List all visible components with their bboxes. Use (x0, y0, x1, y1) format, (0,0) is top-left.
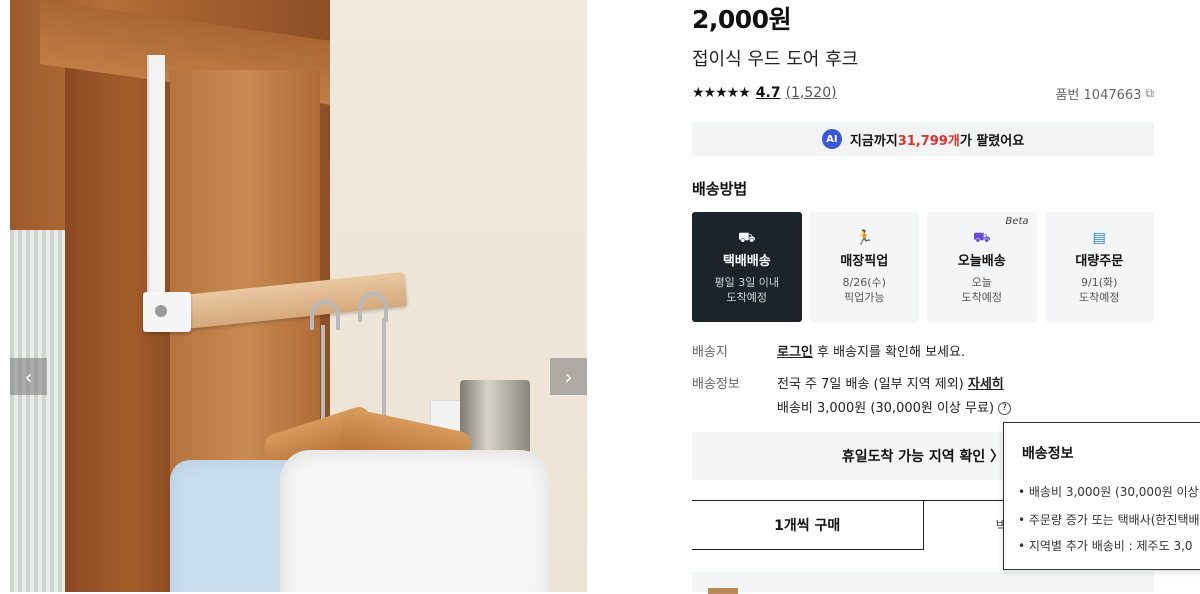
rating-value[interactable]: 4.7 (756, 85, 781, 101)
popover-item: • 주문량 증가 또는 택배사(한진택배 (1018, 513, 1200, 527)
help-icon[interactable]: ? (998, 402, 1012, 415)
today-delivery-icon: ⛟ (972, 230, 991, 246)
ai-badge-icon: AI (821, 129, 842, 149)
sold-suffix: 가 팔렸어요 (959, 133, 1025, 149)
rating-row: ★★★★★ 4.7 (1,520) 품번 1047663 ⧉ (692, 83, 1154, 103)
screw-hole (155, 305, 167, 317)
hook-bracket-block (143, 292, 191, 332)
hanger-hook (310, 300, 340, 330)
shipping-fee: 배송비 3,000원 (30,000원 이상 무료) (777, 401, 995, 416)
shipping-option-label: 택배배송 (722, 254, 771, 269)
review-count-link[interactable]: (1,520) (786, 85, 837, 101)
shipping-info-popover: 배송정보 • 배송비 3,000원 (30,000원 이상 • 주문량 증가 또… (1003, 422, 1200, 570)
chevron-right-icon[interactable]: › (550, 358, 587, 395)
shipping-info-line1: 전국 주 7일 배송 (일부 지역 제외) 자세히 (777, 373, 1004, 392)
shipping-method-heading: 배송방법 (692, 180, 748, 198)
product-number: 품번 1047663 (1055, 87, 1142, 103)
option-thumbnail (708, 588, 738, 594)
shipping-option-bulk[interactable]: ▤ 대량주문 9/1(화) 도착예정 (1044, 212, 1154, 322)
bulk-order-icon: ▤ (1092, 230, 1106, 246)
shipping-option-sub: 9/1(화) (1081, 276, 1118, 289)
shipping-option-sub: 도착예정 (726, 291, 767, 304)
shipping-option-sub: 도착예정 (1079, 291, 1120, 304)
shipping-option-sub: 평일 3일 이내 (714, 276, 780, 289)
popover-item: • 배송비 3,000원 (30,000원 이상 (1018, 485, 1199, 499)
address-value: 로그인 후 배송지를 확인해 보세요. (777, 341, 965, 360)
chevron-left-icon[interactable]: ‹ (10, 358, 47, 395)
shipping-option-sub: 픽업가능 (844, 291, 885, 304)
shipping-option-label: 대량주문 (1075, 254, 1124, 269)
popover-title: 배송정보 (1022, 446, 1074, 462)
detail-link[interactable]: 자세히 (968, 377, 1004, 392)
shipping-options: ⛟ 택배배송 평일 3일 이내 도착예정 🏃 매장픽업 8/26(수) 픽업가능… (692, 212, 1154, 322)
shipping-info-line2: 배송비 3,000원 (30,000원 이상 무료)? (777, 397, 1012, 416)
shipping-option-today[interactable]: Beta ⛟ 오늘배송 오늘 도착예정 (927, 212, 1037, 322)
sold-count: 31,799개 (897, 133, 960, 149)
address-hint: 후 배송지를 확인해 보세요. (812, 345, 966, 360)
shipping-option-parcel[interactable]: ⛟ 택배배송 평일 3일 이내 도착예정 (692, 212, 802, 322)
popover-item: • 지역별 추가 배송비 : 제주도 3,0 (1018, 539, 1193, 553)
hanger-wire (382, 318, 386, 428)
shipping-info-label: 배송정보 (692, 377, 740, 392)
beta-badge: Beta (1005, 216, 1029, 227)
tab-single-purchase[interactable]: 1개씩 구매 (692, 501, 924, 550)
store-pickup-icon: 🏃 (855, 230, 873, 246)
shipping-option-sub: 8/26(수) (842, 276, 886, 289)
sold-prefix: 지금까지 (849, 133, 898, 149)
star-rating-icon: ★★★★★ (692, 85, 751, 101)
copy-icon[interactable]: ⧉ (1145, 86, 1154, 101)
product-title: 접이식 우드 도어 후크 (692, 49, 859, 70)
delivery-truck-icon: ⛟ (737, 230, 756, 246)
shipping-option-store-pickup[interactable]: 🏃 매장픽업 8/26(수) 픽업가능 (809, 212, 919, 322)
frosted-glass (10, 230, 70, 592)
product-price: 2,000원 (692, 5, 792, 34)
shipping-schedule: 전국 주 7일 배송 (일부 지역 제외) (777, 377, 968, 392)
login-link[interactable]: 로그인 (777, 345, 813, 360)
option-row (692, 572, 1154, 592)
shipping-option-label: 매장픽업 (840, 254, 889, 269)
product-image (10, 0, 587, 592)
sold-count-banner: AI 지금까지 31,799개 가 팔렸어요 (692, 122, 1154, 156)
shipping-option-label: 오늘배송 (957, 254, 1006, 269)
hook-bracket (147, 55, 165, 325)
shipping-option-sub: 도착예정 (961, 291, 1002, 304)
shipping-option-sub: 오늘 (971, 276, 992, 289)
white-shirt (280, 450, 550, 592)
address-label: 배송지 (692, 345, 728, 360)
